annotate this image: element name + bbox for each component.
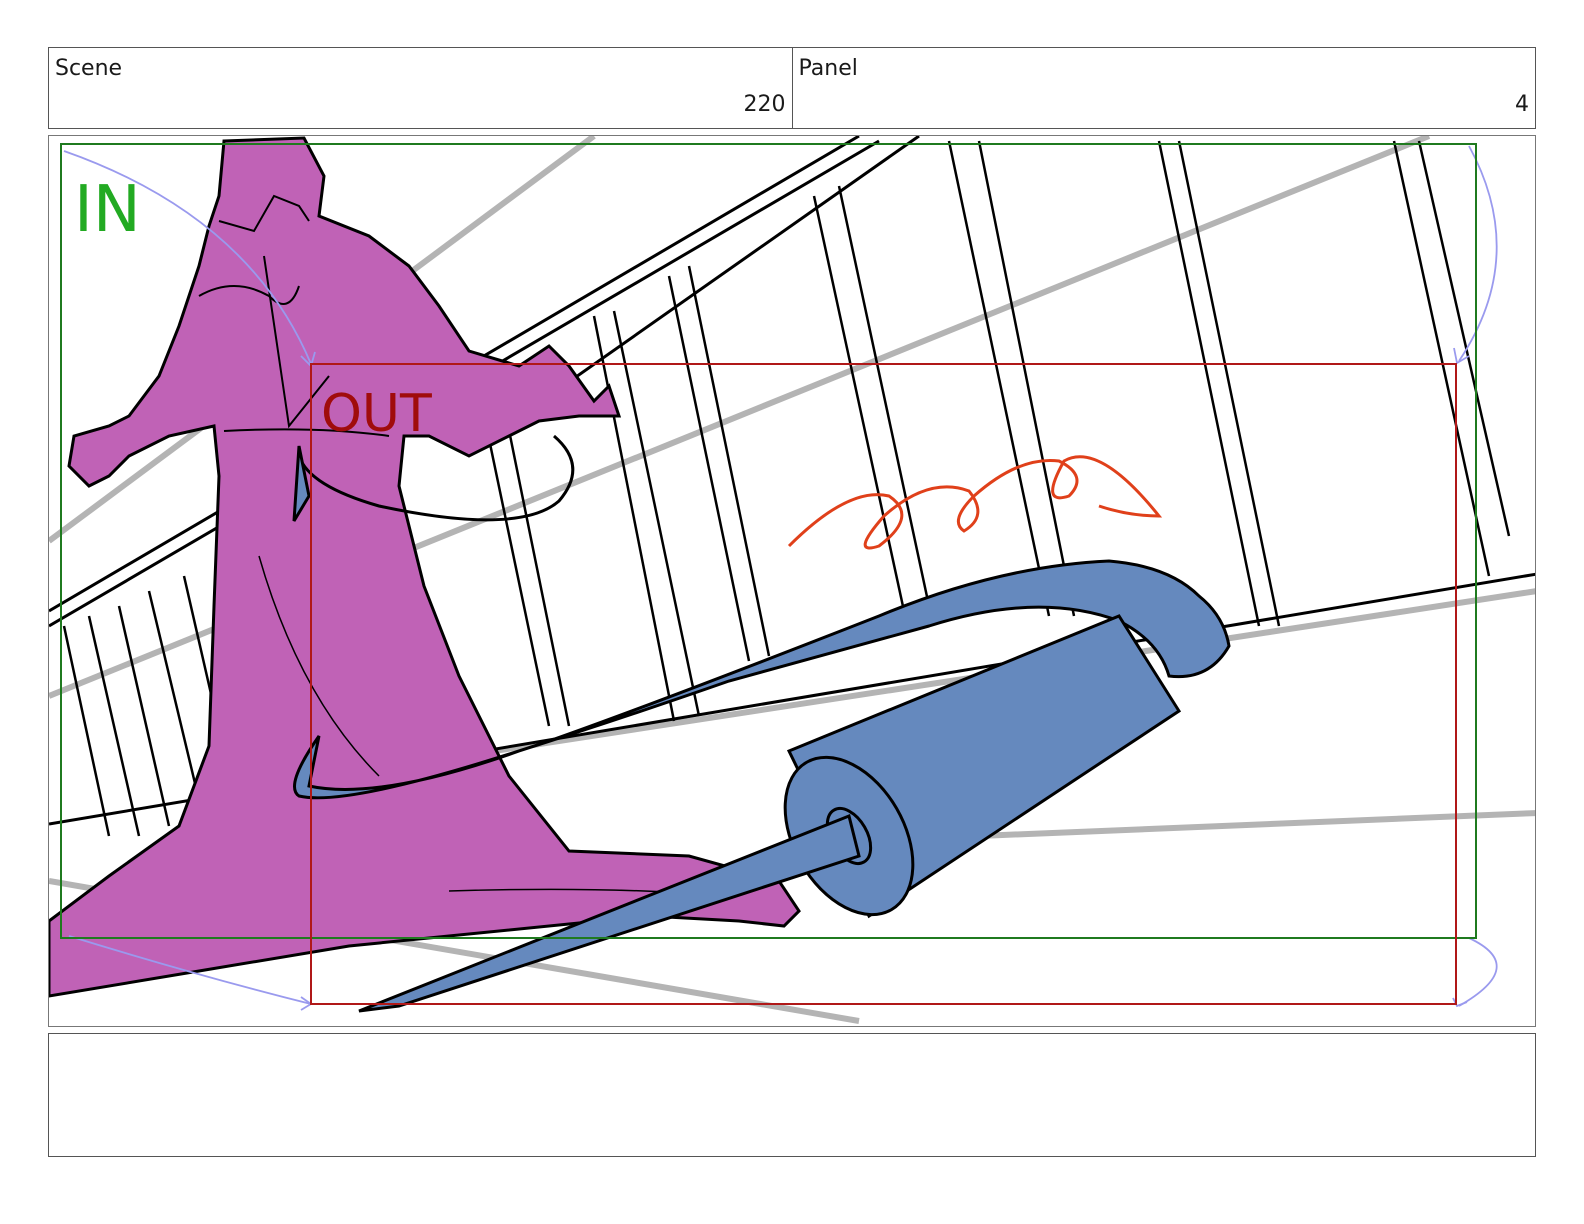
storyboard-frame: IN OUT [48,135,1536,1027]
scene-cell: Scene 220 [49,48,792,128]
panel-number: 4 [1515,92,1529,117]
scene-label: Scene [55,56,123,81]
scribble-mark [787,455,1163,550]
in-frame-label: IN [74,173,141,247]
panel-label: Panel [798,56,858,81]
storyboard-drawing: IN OUT [49,136,1535,1024]
cloaked-figure [49,136,801,998]
panel-cell: Panel 4 [791,48,1536,128]
out-frame-label: OUT [321,384,432,444]
scene-number: 220 [743,92,786,117]
notes-box [48,1033,1536,1157]
panel-header: Scene 220 Panel 4 [48,47,1536,129]
